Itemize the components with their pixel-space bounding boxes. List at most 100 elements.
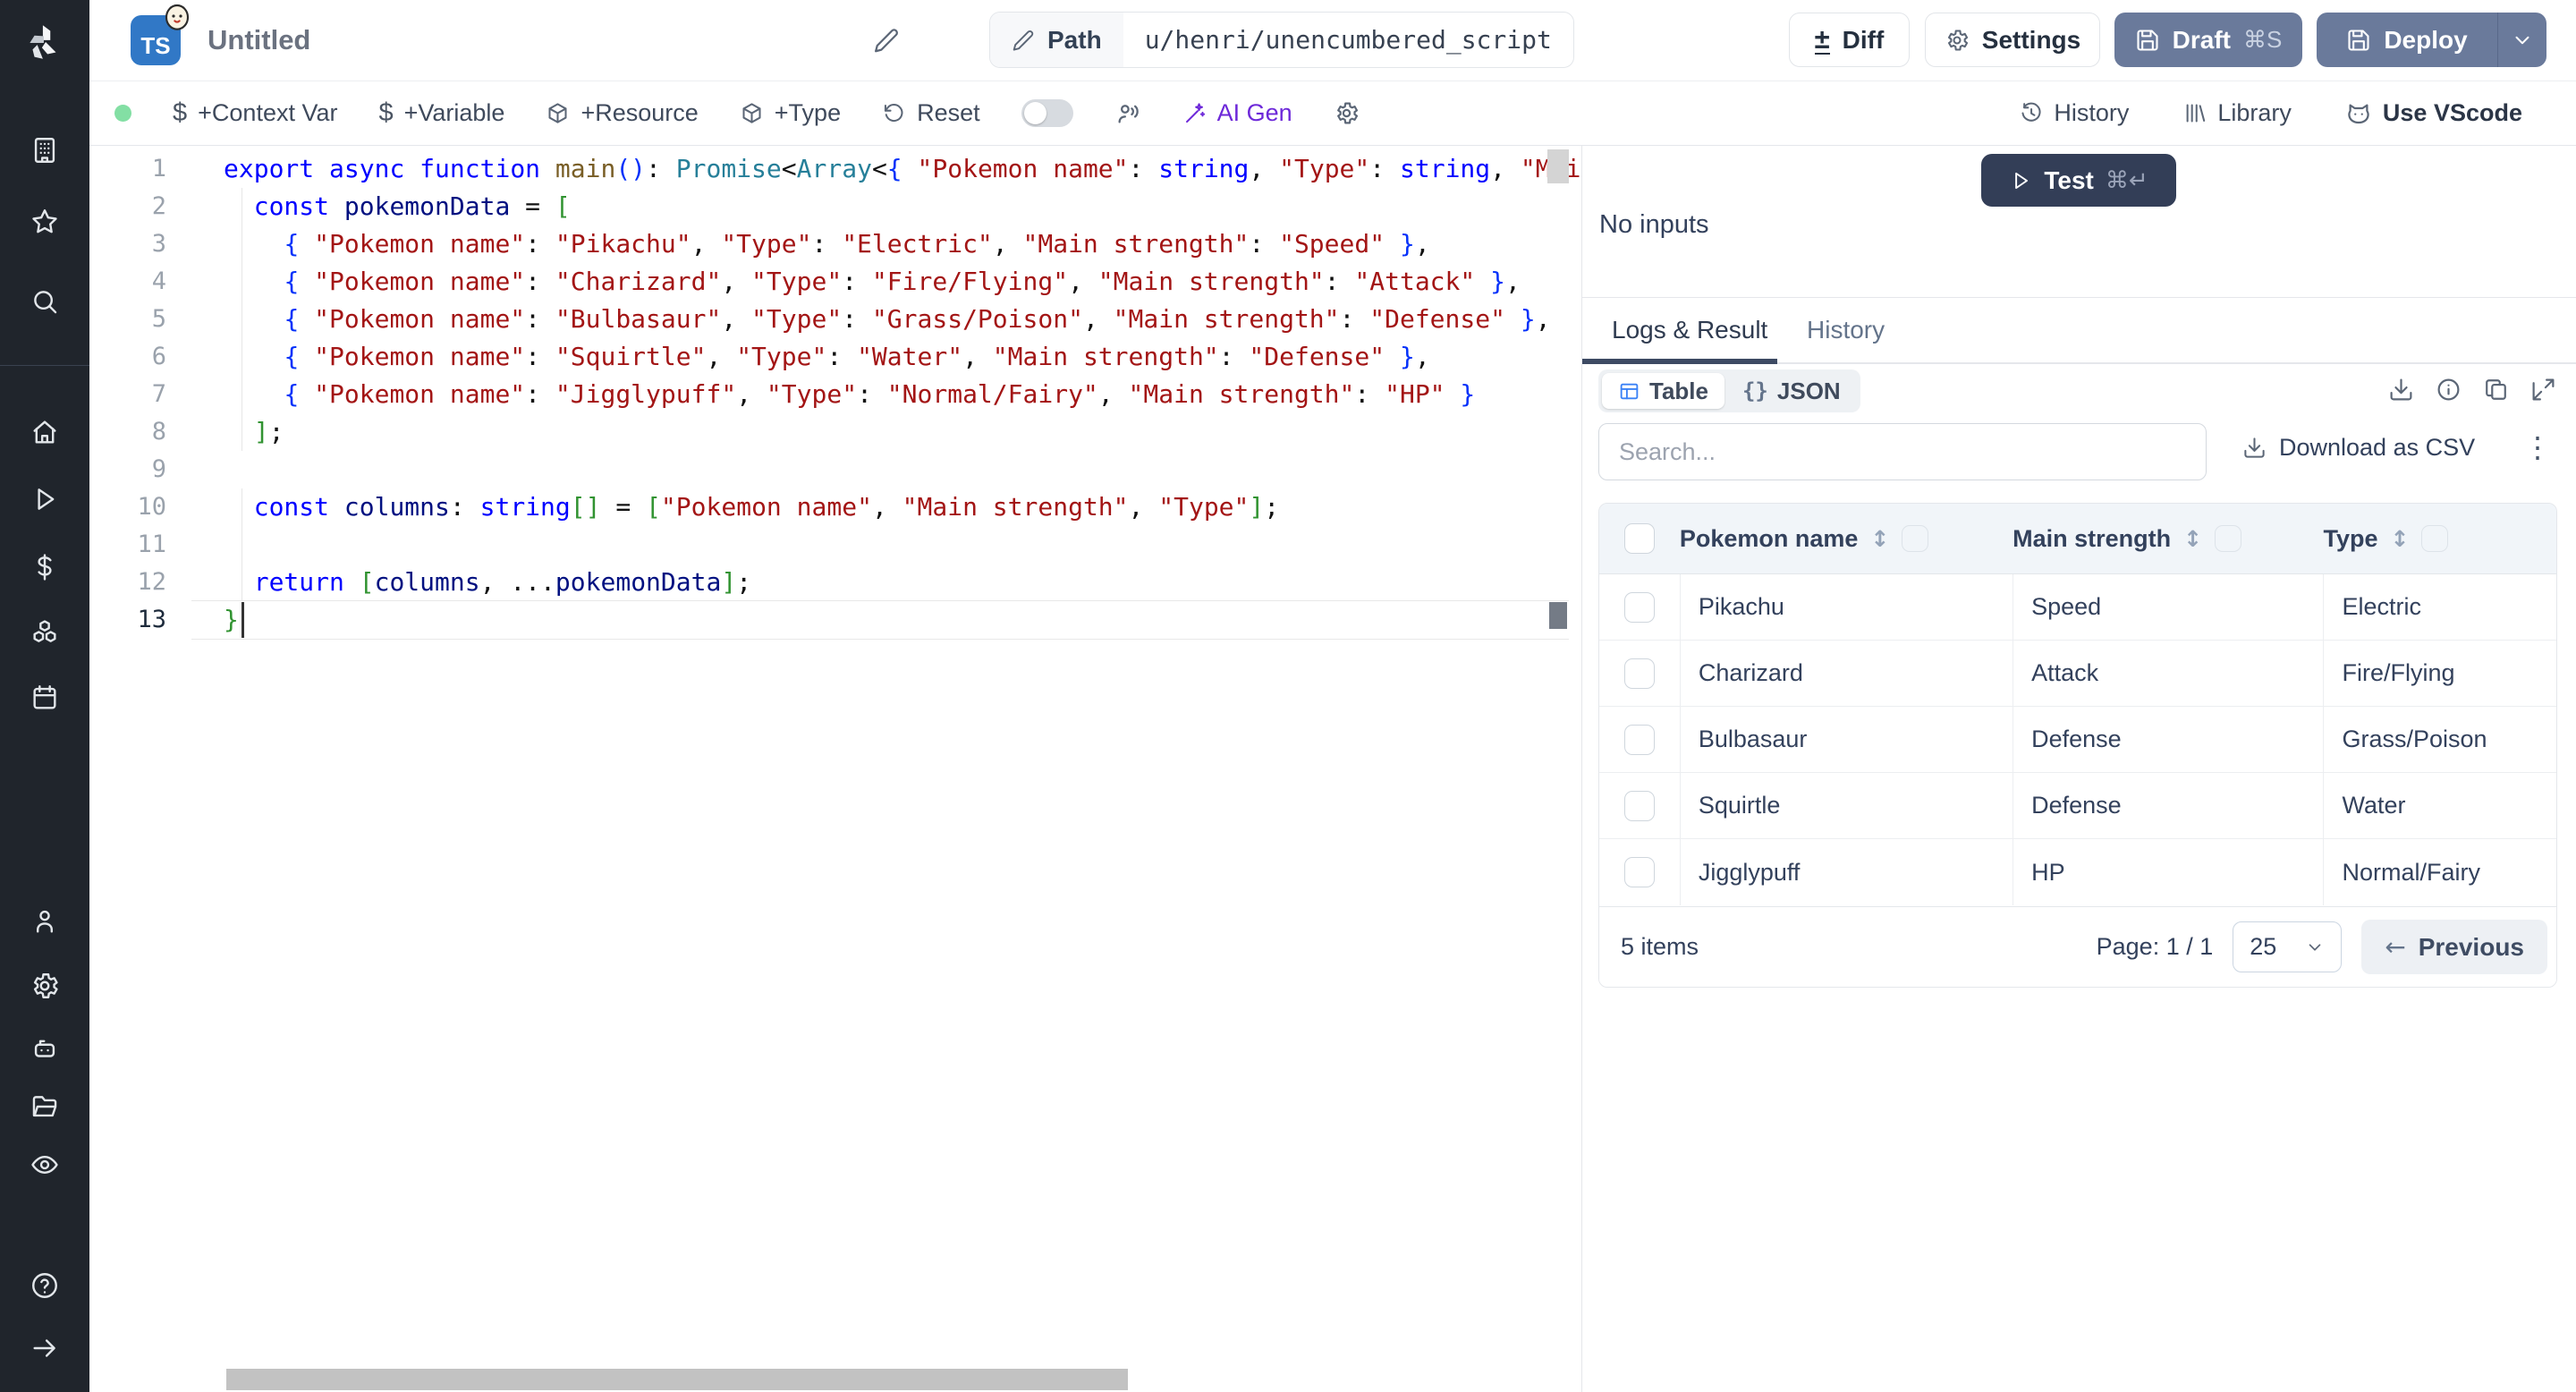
code-line[interactable]: { "Pokemon name": "Pikachu", "Type": "El…	[224, 225, 1581, 263]
folders-icon[interactable]	[30, 1091, 60, 1122]
code-line[interactable]: { "Pokemon name": "Jigglypuff", "Type": …	[224, 376, 1581, 413]
column-header-type[interactable]: Type ↕	[2323, 525, 2556, 553]
row-checkbox[interactable]	[1623, 591, 1655, 623]
view-json-button[interactable]: {} JSON	[1726, 373, 1857, 409]
history-button[interactable]: History	[2019, 99, 2129, 127]
sort-icon[interactable]: ↕	[2390, 526, 2409, 552]
code-line[interactable]: }	[224, 601, 1581, 639]
deploy-button[interactable]: Deploy	[2317, 13, 2546, 67]
view-table-button[interactable]: Table	[1602, 373, 1724, 409]
diff-mode-toggle[interactable]	[1021, 99, 1073, 127]
settings-button[interactable]: Settings	[1925, 13, 2100, 67]
sort-icon[interactable]: ↕	[2183, 526, 2202, 552]
user-icon[interactable]	[30, 906, 60, 937]
audit-eye-icon[interactable]	[30, 1150, 60, 1180]
windmill-logo[interactable]	[22, 20, 67, 64]
diff-button[interactable]: ± Diff	[1789, 13, 1910, 67]
workspace-icon[interactable]	[30, 135, 60, 166]
row-checkbox[interactable]	[1623, 857, 1655, 887]
previous-page-button[interactable]: ← Previous	[2361, 920, 2547, 974]
copy-to-clipboard-icon[interactable]	[2483, 377, 2509, 403]
table-row[interactable]: Squirtle Defense Water	[1599, 772, 2556, 839]
code-line[interactable]	[224, 451, 1581, 488]
table-row[interactable]: Bulbasaur Defense Grass/Poison	[1599, 706, 2556, 773]
search-input[interactable]	[1598, 423, 2207, 480]
select-all-checkbox[interactable]	[1623, 523, 1655, 554]
overview-ruler-cursor-mark	[1549, 602, 1567, 629]
search-icon[interactable]	[30, 286, 60, 317]
schedules-calendar-icon[interactable]	[30, 683, 60, 713]
line-number: 5	[151, 305, 166, 333]
code-lines[interactable]: export async function main(): Promise<Ar…	[224, 150, 1581, 639]
history-clock-icon	[2019, 101, 2043, 125]
line-number: 7	[151, 380, 166, 408]
editor-horizontal-scrollbar[interactable]	[226, 1369, 1128, 1390]
column-toggle[interactable]	[1902, 525, 1929, 552]
editor-settings-gear-icon[interactable]	[1334, 100, 1360, 126]
dollar-icon: $	[173, 98, 188, 127]
code-line[interactable]: { "Pokemon name": "Squirtle", "Type": "W…	[224, 338, 1581, 376]
code-line[interactable]: const columns: string[] = ["Pokemon name…	[224, 488, 1581, 526]
add-variable-button[interactable]: $ +Variable	[378, 98, 504, 128]
tab-logs-result[interactable]: Logs & Result	[1612, 298, 1767, 362]
path-field[interactable]: Path u/henri/unencumbered_script	[989, 12, 1574, 68]
dollar-icon: $	[378, 98, 394, 127]
row-checkbox[interactable]	[1623, 658, 1655, 689]
library-button[interactable]: Library	[2182, 99, 2292, 127]
edit-title-pencil-icon[interactable]	[873, 27, 900, 54]
save-icon	[2135, 28, 2160, 53]
runs-play-icon[interactable]	[30, 484, 60, 514]
settings-gear-icon[interactable]	[30, 971, 60, 1001]
reset-button[interactable]: Reset	[882, 99, 980, 127]
code-line[interactable]: export async function main(): Promise<Ar…	[224, 150, 1581, 188]
code-line[interactable]: return [columns, ...pokemonData];	[224, 564, 1581, 601]
download-csv-button[interactable]: Download as CSV	[2242, 434, 2475, 462]
code-line[interactable]: const pokemonData = [	[224, 188, 1581, 225]
column-header-pokemon-name[interactable]: Pokemon name ↕	[1680, 525, 2012, 553]
path-value[interactable]: u/henri/unencumbered_script	[1123, 13, 1573, 67]
add-context-var-button[interactable]: $ +Context Var	[173, 98, 337, 128]
pagination-bar: 5 items Page: 1 / 1 25 ← Previous	[1599, 906, 2556, 987]
info-icon[interactable]	[2436, 377, 2462, 403]
home-icon[interactable]	[30, 417, 60, 447]
column-toggle[interactable]	[2215, 525, 2242, 552]
table-row[interactable]: Jigglypuff HP Normal/Fairy	[1599, 839, 2556, 905]
table-cell: Electric	[2323, 573, 2556, 641]
tab-history[interactable]: History	[1807, 298, 1885, 362]
use-vscode-button[interactable]: Use VScode	[2345, 99, 2522, 127]
editor-vertical-scrollbar[interactable]	[1547, 149, 1569, 183]
package-icon	[740, 101, 764, 125]
row-checkbox[interactable]	[1623, 724, 1655, 755]
test-button[interactable]: Test ⌘↵	[1981, 154, 2176, 207]
table-row[interactable]: Charizard Attack Fire/Flying	[1599, 640, 2556, 707]
row-checkbox[interactable]	[1623, 790, 1655, 821]
play-icon	[2009, 169, 2032, 192]
variables-dollar-icon[interactable]	[30, 552, 60, 582]
sort-icon[interactable]: ↕	[1870, 526, 1889, 552]
code-line[interactable]: { "Pokemon name": "Bulbasaur", "Type": "…	[224, 301, 1581, 338]
code-editor[interactable]: 1 2 3 4 5 6 7 8 9 10 11 12 13 export async function …	[89, 146, 1581, 1392]
expand-sidebar-arrow-icon[interactable]	[30, 1333, 60, 1363]
code-line[interactable]	[224, 526, 1581, 564]
expand-fullscreen-icon[interactable]	[2530, 377, 2556, 403]
favorites-star-icon[interactable]	[30, 207, 60, 237]
code-line[interactable]: ];	[224, 413, 1581, 451]
code-line[interactable]: { "Pokemon name": "Charizard", "Type": "…	[224, 263, 1581, 301]
download-result-icon[interactable]	[2388, 377, 2414, 403]
per-page-select[interactable]: 25	[2233, 921, 2343, 972]
column-toggle[interactable]	[2421, 525, 2449, 552]
deploy-dropdown-chevron-icon[interactable]	[2498, 28, 2546, 53]
workers-bot-icon[interactable]	[30, 1033, 60, 1064]
resources-boxes-icon[interactable]	[30, 617, 60, 648]
line-number-gutter: 1 2 3 4 5 6 7 8 9 10 11 12 13	[89, 150, 188, 639]
column-header-main-strength[interactable]: Main strength ↕	[2012, 525, 2323, 553]
draft-button[interactable]: Draft ⌘S	[2114, 13, 2302, 67]
add-type-button[interactable]: +Type	[740, 99, 841, 127]
table-row[interactable]: Pikachu Speed Electric	[1599, 573, 2556, 641]
help-icon[interactable]	[30, 1270, 60, 1301]
add-resource-button[interactable]: +Resource	[546, 99, 699, 127]
ai-gen-button[interactable]: AI Gen	[1182, 99, 1292, 127]
more-options-kebab-icon[interactable]: ⋮	[2523, 430, 2552, 464]
collaborators-icon[interactable]	[1114, 100, 1141, 127]
line-number: 13	[137, 606, 166, 633]
